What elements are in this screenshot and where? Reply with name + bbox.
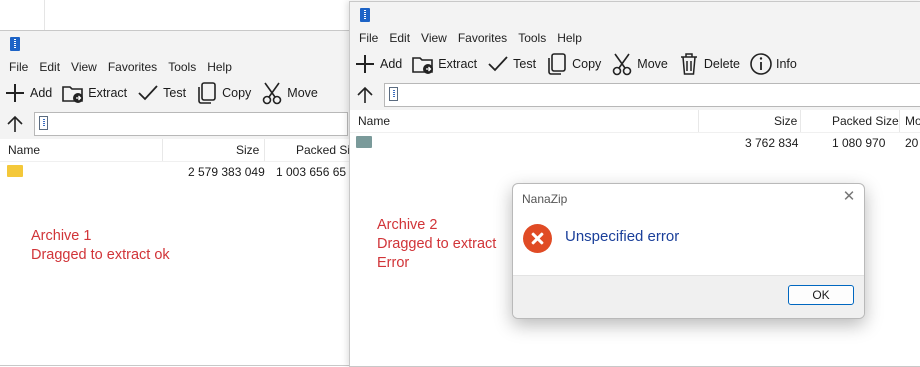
copy-icon (194, 80, 220, 106)
dialog-title: NanaZip (522, 192, 568, 206)
packed-size-cell: 1 080 970 (832, 136, 886, 150)
note-line: Archive 2 (377, 217, 438, 233)
add-icon (352, 51, 378, 77)
copy-label: Copy (222, 86, 252, 100)
extract-icon (410, 51, 436, 77)
size-cell: 3 762 834 (745, 136, 799, 150)
packed-size-cell: 1 003 656 65 (276, 165, 347, 179)
delete-label: Delete (703, 57, 740, 71)
column-size[interactable]: Size (236, 139, 259, 161)
menu-favorites[interactable]: Favorites (454, 31, 511, 45)
path-input[interactable] (34, 112, 348, 136)
error-dialog: NanaZip ✕ Unspecified error OK (512, 183, 865, 319)
table-row[interactable]: 3 762 834 1 080 970 20 (350, 133, 920, 153)
menu-bar: File Edit View Favorites Tools Help (350, 28, 920, 48)
column-name[interactable]: Name (8, 139, 40, 161)
title-bar[interactable] (0, 31, 350, 57)
list-header: Name Size Packed Size Mo (350, 110, 920, 133)
add-button[interactable]: Add (2, 78, 52, 108)
test-label: Test (163, 86, 187, 100)
background-window-edge (0, 0, 350, 30)
scissors-icon (609, 51, 635, 77)
extract-button[interactable]: Extract (60, 78, 127, 108)
delete-button[interactable]: Delete (676, 49, 740, 79)
extract-icon (60, 80, 86, 106)
title-bar[interactable] (350, 2, 920, 28)
move-button[interactable]: Move (609, 49, 668, 79)
dialog-footer: OK (513, 275, 864, 318)
column-name[interactable]: Name (358, 110, 390, 132)
ok-button[interactable]: OK (788, 285, 854, 305)
menu-file[interactable]: File (355, 31, 382, 45)
test-button[interactable]: Test (135, 78, 186, 108)
note-line: Error (377, 255, 410, 271)
move-label: Move (637, 57, 668, 71)
test-button[interactable]: Test (485, 49, 536, 79)
address-bar (0, 109, 350, 139)
add-label: Add (30, 86, 53, 100)
app-icon (10, 37, 20, 51)
copy-button[interactable]: Copy (194, 78, 251, 108)
menu-tools[interactable]: Tools (514, 31, 550, 45)
app-icon (360, 8, 370, 22)
annotation-note: Archive 1 Dragged to extract ok (31, 227, 170, 265)
test-label: Test (513, 57, 537, 71)
menu-help[interactable]: Help (553, 31, 586, 45)
annotation-note: Archive 2 Dragged to extract Error (377, 216, 496, 273)
error-icon (523, 224, 552, 253)
test-icon (485, 51, 511, 77)
folder-icon (356, 136, 372, 148)
add-icon (2, 80, 28, 106)
copy-icon (544, 51, 570, 77)
column-size[interactable]: Size (774, 110, 797, 132)
note-line: Dragged to extract ok (31, 247, 170, 263)
move-button[interactable]: Move (259, 78, 318, 108)
menu-tools[interactable]: Tools (164, 60, 200, 74)
list-header: Name Size Packed Siz (0, 139, 350, 162)
path-input[interactable] (384, 83, 920, 107)
archive-file-icon (39, 116, 48, 130)
modified-cell: 20 (905, 136, 919, 150)
move-label: Move (287, 86, 318, 100)
menu-bar: File Edit View Favorites Tools Help (0, 57, 350, 77)
info-button[interactable]: Info (748, 49, 797, 79)
extract-button[interactable]: Extract (410, 49, 477, 79)
menu-view[interactable]: View (417, 31, 451, 45)
folder-icon (7, 165, 23, 177)
close-icon[interactable]: ✕ (842, 189, 856, 204)
extract-label: Extract (88, 86, 128, 100)
archive-window-1: File Edit View Favorites Tools Help Add … (0, 30, 351, 366)
info-label: Info (776, 57, 797, 71)
toolbar: Add Extract Test Copy Move Delete Info (350, 48, 920, 80)
menu-edit[interactable]: Edit (35, 60, 64, 74)
scissors-icon (259, 80, 285, 106)
up-arrow-icon[interactable] (354, 84, 376, 106)
column-modified[interactable]: Mo (905, 110, 920, 132)
info-icon (748, 51, 774, 77)
menu-help[interactable]: Help (203, 60, 236, 74)
column-packed-size[interactable]: Packed Siz (296, 139, 350, 161)
trash-icon (676, 51, 702, 77)
menu-file[interactable]: File (5, 60, 32, 74)
note-line: Archive 1 (31, 228, 92, 244)
address-bar (350, 80, 920, 110)
size-cell: 2 579 383 049 (188, 165, 265, 179)
menu-edit[interactable]: Edit (385, 31, 414, 45)
menu-view[interactable]: View (67, 60, 101, 74)
table-row[interactable]: 2 579 383 049 1 003 656 65 (0, 162, 350, 182)
archive-file-icon (389, 87, 398, 101)
note-line: Dragged to extract (377, 236, 497, 252)
copy-label: Copy (572, 57, 602, 71)
copy-button[interactable]: Copy (544, 49, 601, 79)
toolbar: Add Extract Test Copy Move (0, 77, 350, 109)
column-packed-size[interactable]: Packed Size (832, 110, 899, 132)
up-arrow-icon[interactable] (4, 113, 26, 135)
add-label: Add (380, 57, 403, 71)
menu-favorites[interactable]: Favorites (104, 60, 161, 74)
add-button[interactable]: Add (352, 49, 402, 79)
error-message: Unspecified error (565, 228, 680, 245)
test-icon (135, 80, 161, 106)
extract-label: Extract (438, 57, 478, 71)
